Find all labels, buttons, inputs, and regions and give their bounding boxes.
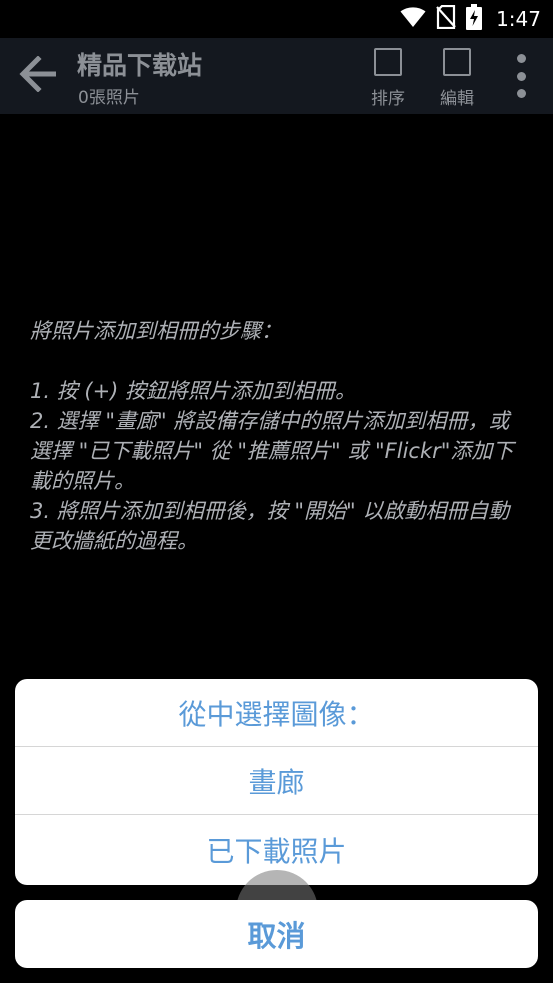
instructions-heading: 將照片添加到相冊的步驟： xyxy=(30,319,282,343)
edit-label: 編輯 xyxy=(440,89,474,109)
image-source-sheet: 從中選擇圖像： 畫廊 已下載照片 xyxy=(15,679,538,885)
dot xyxy=(516,89,526,98)
battery-charging-icon xyxy=(466,4,483,34)
sort-label: 排序 xyxy=(371,89,405,109)
arrow-left-icon xyxy=(18,55,58,96)
photo-count: 0張照片 xyxy=(78,88,140,108)
sort-button[interactable]: 排序 xyxy=(358,46,418,109)
status-icons: 1:47 xyxy=(400,4,541,34)
screen: 1:47 精品下载站 0張照片 排序 編輯 將照片添加到相冊的步驟： 1. 按 … xyxy=(0,0,553,983)
instructions-step-3: 3. 將照片添加到相冊後，按 "開始" 以啟動相冊自動更改牆紙的過程。 xyxy=(30,499,510,553)
app-bar: 精品下载站 0張照片 排序 編輯 xyxy=(0,38,553,114)
no-sim-icon xyxy=(436,4,456,33)
checkbox-outline-icon xyxy=(374,48,402,76)
back-button[interactable] xyxy=(14,52,62,100)
dot xyxy=(516,71,526,81)
more-vertical-icon[interactable] xyxy=(507,54,535,98)
status-bar: 1:47 xyxy=(0,0,553,38)
checkbox-outline-icon xyxy=(443,48,471,76)
instructions-step-1: 1. 按 (+) 按鈕將照片添加到相冊。 xyxy=(30,379,357,403)
page-title: 精品下载站 xyxy=(77,51,203,80)
dot xyxy=(516,54,526,63)
cancel-button[interactable]: 取消 xyxy=(15,900,538,968)
empty-state-instructions: 將照片添加到相冊的步驟： 1. 按 (+) 按鈕將照片添加到相冊。 2. 選擇 … xyxy=(30,316,520,556)
sheet-title: 從中選擇圖像： xyxy=(15,679,538,747)
instructions-step-2: 2. 選擇 "畫廊" 將設備存儲中的照片添加到相冊，或選擇 "已下載照片" 從 … xyxy=(30,409,514,493)
status-time: 1:47 xyxy=(496,7,541,31)
wifi-icon xyxy=(400,6,426,32)
gallery-option[interactable]: 畫廊 xyxy=(15,747,538,815)
edit-button[interactable]: 編輯 xyxy=(427,46,487,109)
